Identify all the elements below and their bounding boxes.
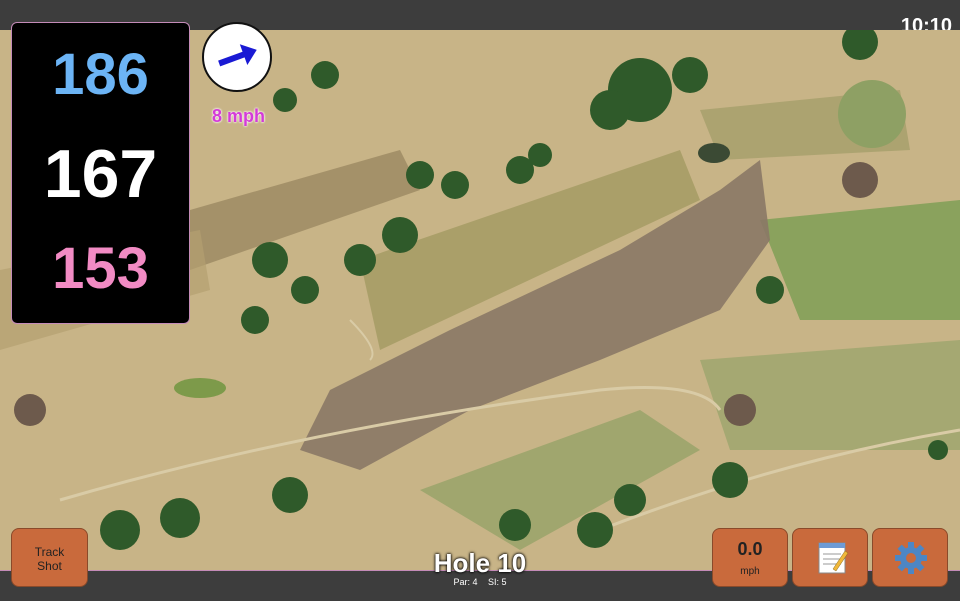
hole-si: SI: 5 (488, 577, 507, 587)
distance-panel: 186 167 153 (11, 22, 190, 324)
notes-button[interactable] (792, 528, 868, 587)
notepad-icon (818, 542, 849, 574)
settings-button[interactable] (872, 528, 948, 587)
gear-icon (895, 542, 927, 574)
wind-speed: 8 mph (211, 106, 265, 126)
distance-front: 153 (52, 236, 149, 301)
hole-title: Hole 10 (433, 548, 527, 578)
wind-arrow-icon (218, 44, 257, 67)
wind-speed-unit: mph (740, 566, 760, 577)
wind-indicator (202, 22, 272, 92)
hole-par: Par: 4 (453, 577, 478, 587)
wind-speed-value: 0.0 (737, 539, 763, 559)
distance-middle: 167 (43, 136, 158, 212)
track-shot-label: Track Shot (34, 545, 65, 573)
hole-info: Par: 4 SI: 5 (380, 577, 580, 587)
distance-back: 186 (52, 42, 149, 107)
track-shot-button[interactable]: Track Shot (11, 528, 88, 587)
wind-speed-button[interactable]: 0.0 mph (712, 528, 788, 587)
